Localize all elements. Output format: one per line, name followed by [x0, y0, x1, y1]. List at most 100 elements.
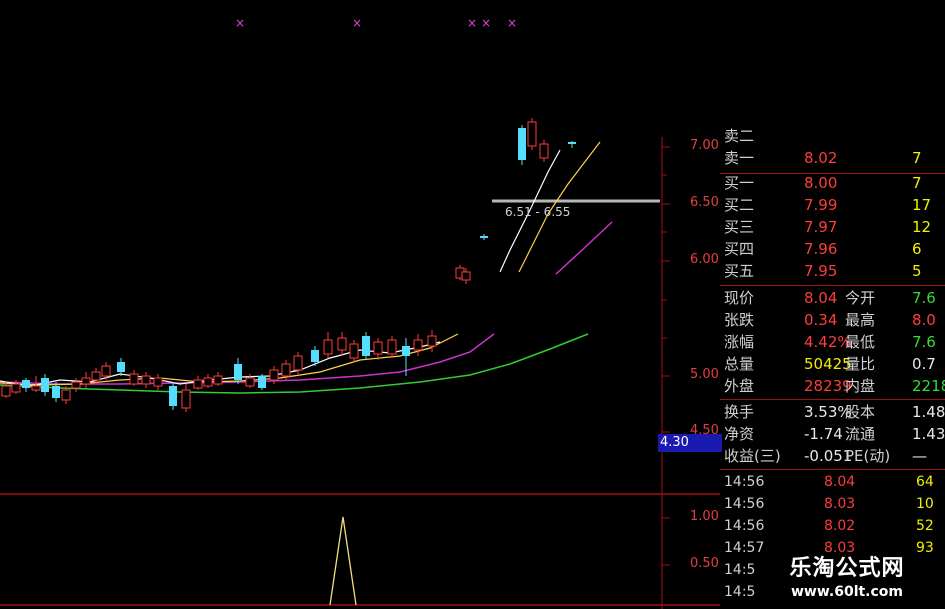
- quote-label-2: 最高: [845, 311, 876, 329]
- candle[interactable]: [480, 234, 488, 240]
- candle[interactable]: [527, 118, 537, 150]
- quote-value: 8.04: [804, 289, 838, 307]
- candle-body: [387, 339, 397, 355]
- candle[interactable]: [181, 384, 191, 412]
- candle[interactable]: [413, 334, 423, 356]
- tick-row[interactable]: 14:56 8.03 10: [720, 493, 945, 515]
- candle-body: [203, 377, 213, 387]
- quote-label: 涨幅: [724, 333, 755, 351]
- panel-separator: [720, 285, 945, 286]
- candle-body: [337, 337, 347, 351]
- quote-label: 外盘: [724, 377, 755, 395]
- candle[interactable]: [41, 374, 49, 396]
- candle[interactable]: [234, 358, 242, 384]
- price-label-650: 6.50: [690, 195, 719, 210]
- tick-row[interactable]: 14:56 8.04 64: [720, 471, 945, 493]
- candle-body: [258, 376, 266, 388]
- candle-body: [129, 373, 139, 385]
- candle-body: [461, 271, 471, 281]
- candlestick-series[interactable]: [1, 118, 576, 412]
- candle[interactable]: [193, 376, 203, 390]
- candle-body: [71, 381, 81, 389]
- candle-body: [101, 365, 111, 377]
- candle[interactable]: [362, 332, 370, 360]
- buy-level-volume: 6: [912, 240, 922, 258]
- x-mark-icon: ×: [481, 16, 491, 30]
- candle[interactable]: [71, 378, 81, 392]
- finance-value-2: 1.43: [912, 425, 945, 443]
- kline-canvas[interactable]: × × × × ×: [0, 0, 720, 609]
- candle[interactable]: [22, 378, 30, 392]
- tick-time: 14:5: [724, 562, 756, 578]
- tick-price: 8.03: [824, 496, 856, 512]
- x-mark-icon: ×: [235, 16, 245, 30]
- quote-row: 总量 50425 量比 0.7: [720, 353, 945, 375]
- finance-label: 换手: [724, 403, 755, 421]
- candle-body: [293, 355, 303, 371]
- tick-time: 14:56: [724, 496, 765, 512]
- indicator-label-050: 0.50: [690, 556, 719, 571]
- tick-row[interactable]: 14:56 8.02 52: [720, 515, 945, 537]
- tick-time: 14:56: [724, 518, 765, 534]
- candle[interactable]: [141, 372, 151, 388]
- candle[interactable]: [129, 370, 139, 386]
- buy-level-label: 买一: [724, 174, 755, 192]
- candle[interactable]: [323, 332, 333, 358]
- candle-body: [81, 377, 91, 385]
- cursor-price-box: 4.30: [658, 434, 722, 452]
- candle-body: [31, 385, 41, 391]
- candle[interactable]: [568, 141, 576, 148]
- candle[interactable]: [213, 372, 223, 386]
- tick-time: 14:57: [724, 540, 765, 556]
- kline-chart[interactable]: × × × × × 7.00 6.50 6.00 5.00 4.50 1.00 0.50…: [0, 0, 722, 609]
- quote-row: 收益(三) -0.051 PE(动) —: [720, 445, 945, 467]
- candle-body: [245, 377, 255, 387]
- candle[interactable]: [349, 340, 359, 362]
- indicator-label-100: 1.00: [690, 509, 719, 524]
- buy-level-volume: 5: [912, 262, 922, 280]
- candle[interactable]: [539, 140, 549, 162]
- candle-body: [1, 385, 11, 397]
- candle-body: [539, 143, 549, 159]
- candle[interactable]: [169, 382, 177, 410]
- candle-body: [349, 343, 359, 359]
- candle-body: [311, 350, 319, 362]
- candle-body: [22, 380, 30, 388]
- finance-value: -1.74: [804, 425, 843, 443]
- candle[interactable]: [337, 332, 347, 356]
- candle[interactable]: [1, 382, 11, 398]
- quote-row: 买三 7.97 12: [720, 216, 945, 238]
- candle-body: [41, 378, 49, 392]
- candle-body: [413, 339, 423, 351]
- sell-level-label: 卖二: [724, 127, 755, 145]
- x-mark-icon: ×: [352, 16, 362, 30]
- finance-label: 收益(三): [724, 447, 781, 465]
- candle-body: [141, 375, 151, 385]
- candle[interactable]: [81, 372, 91, 388]
- candle[interactable]: [373, 338, 383, 360]
- candle-body: [213, 375, 223, 385]
- candle-body: [281, 363, 291, 377]
- candle[interactable]: [203, 374, 213, 388]
- tick-volume: 64: [916, 474, 934, 490]
- finance-value-2: 1.48: [912, 403, 945, 421]
- candle[interactable]: [518, 125, 526, 165]
- tick-time: 14:56: [724, 474, 765, 490]
- buy-level-price: 7.95: [804, 262, 838, 280]
- quote-label-2: 今开: [845, 289, 876, 307]
- watermark-title: 乐淘公式网: [789, 556, 905, 581]
- candle-body: [169, 386, 177, 406]
- quote-row: 买五 7.95 5: [720, 260, 945, 282]
- candle[interactable]: [258, 374, 266, 390]
- candle[interactable]: [387, 336, 397, 358]
- candle-body: [527, 121, 537, 147]
- x-mark-icon: ×: [467, 16, 477, 30]
- tick-volume: 52: [916, 518, 934, 534]
- candle[interactable]: [153, 374, 163, 390]
- quote-label-2: 量比: [845, 355, 876, 373]
- price-label-600: 6.00: [690, 252, 719, 267]
- quote-row: 外盘28239内盘2218: [720, 375, 945, 397]
- candle[interactable]: [117, 358, 125, 376]
- candle-body: [234, 364, 242, 380]
- finance-label: 净资: [724, 425, 755, 443]
